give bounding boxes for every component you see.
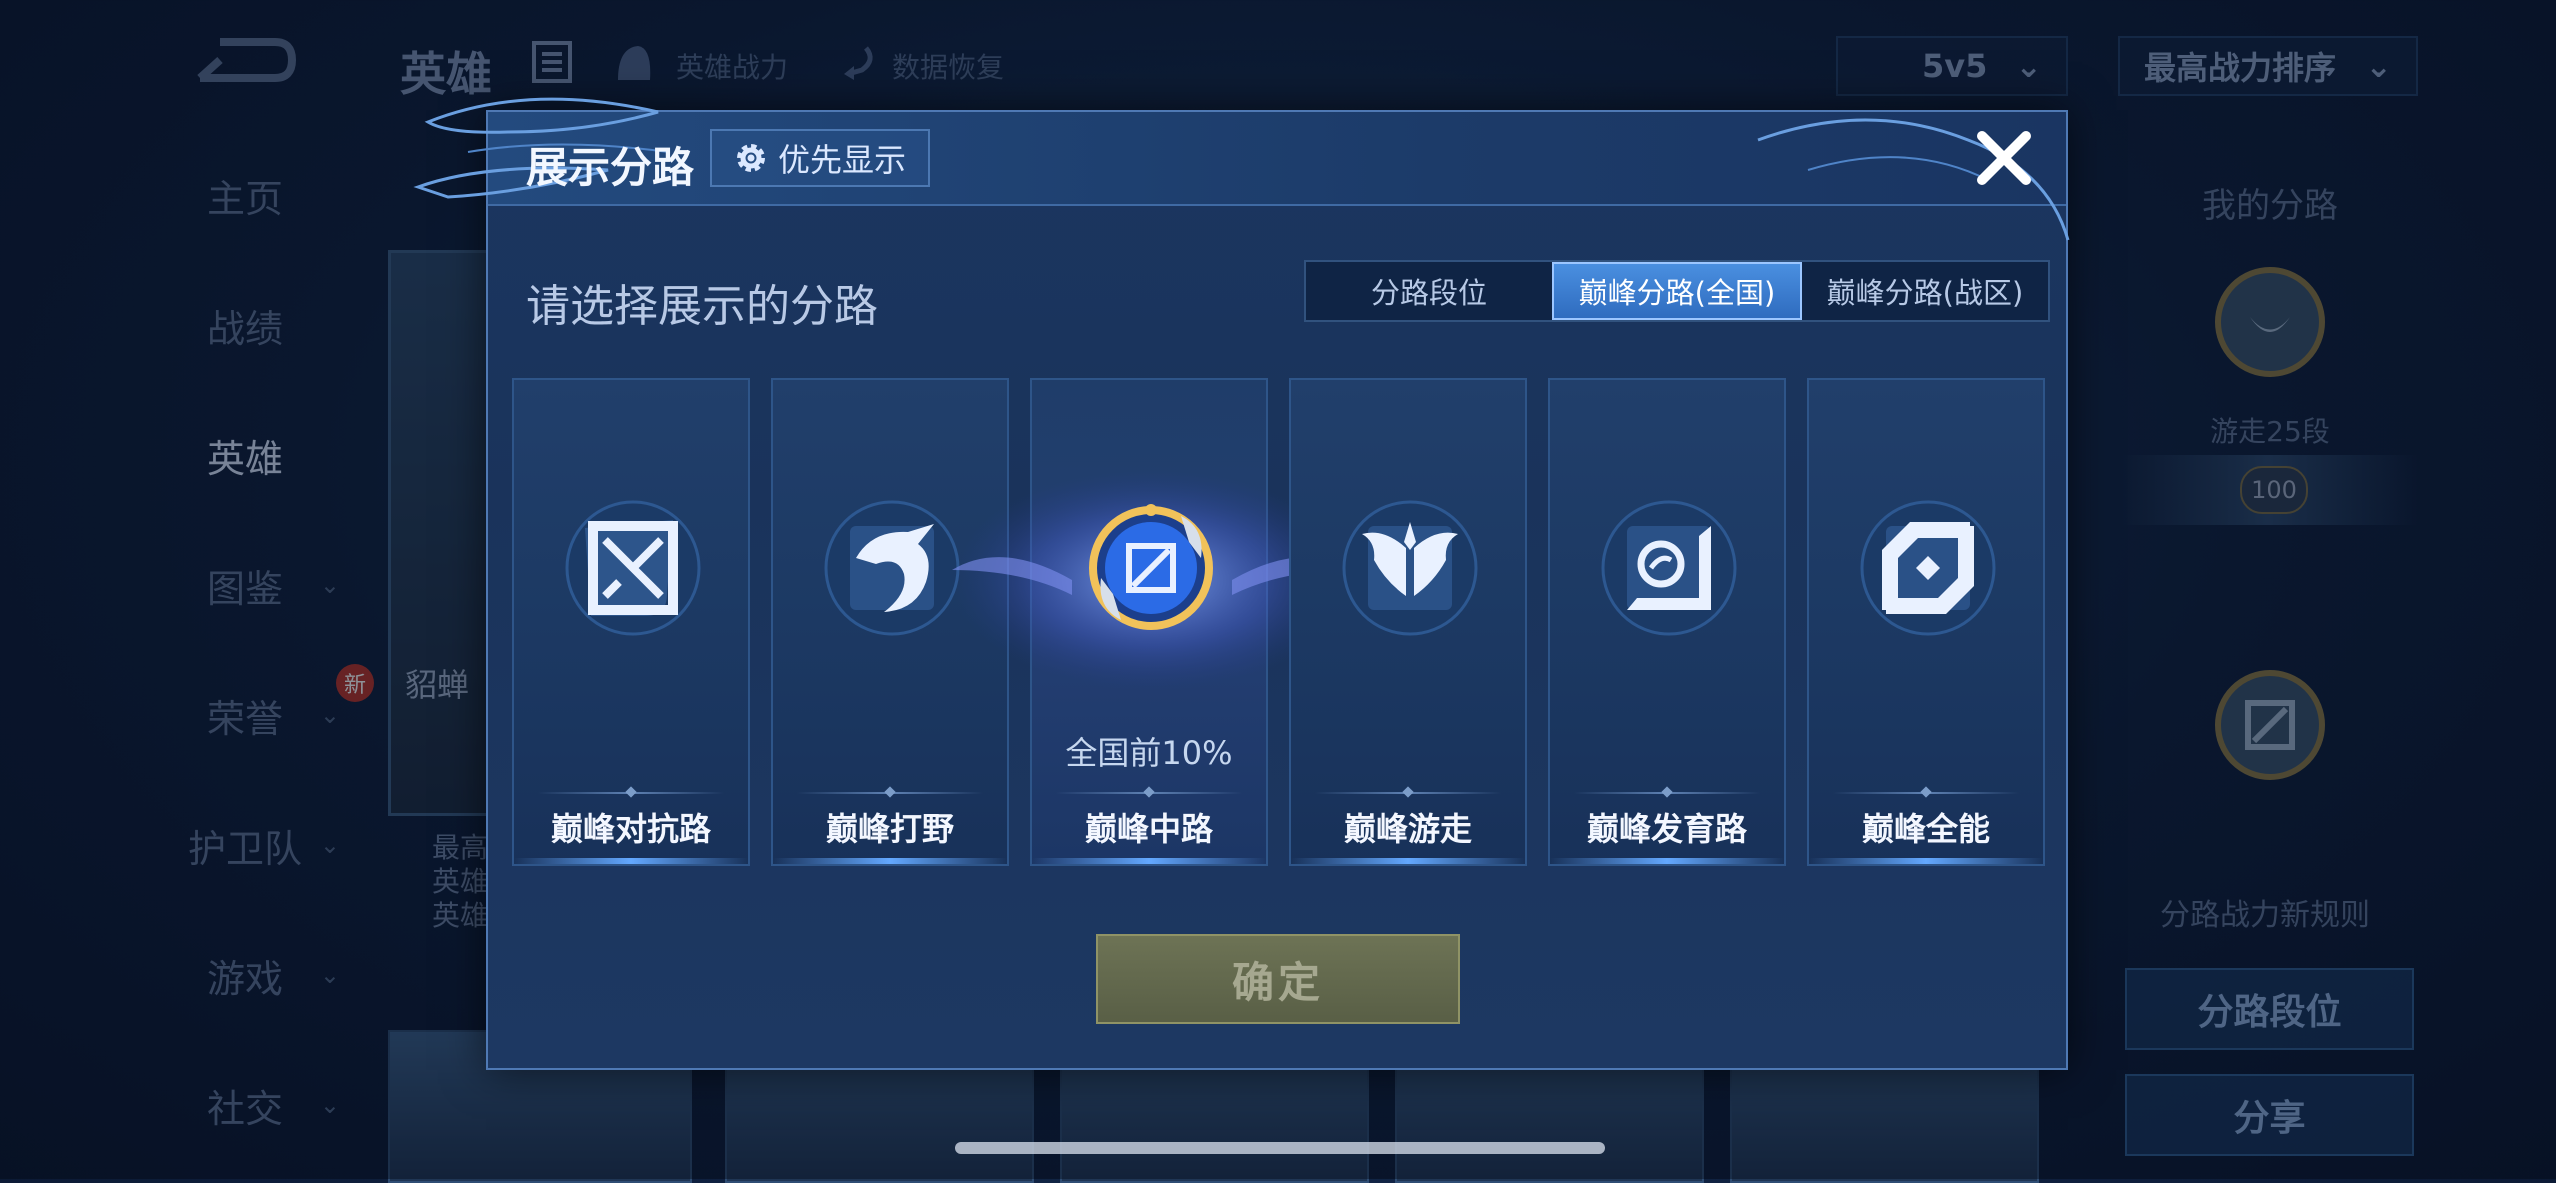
hero-power-link[interactable]: 英雄战力 bbox=[676, 46, 788, 86]
lane-label: 巅峰全能 bbox=[1861, 810, 1990, 848]
jungle-dragon-icon bbox=[824, 500, 960, 636]
lane-card-jungle[interactable]: 巅峰打野 bbox=[771, 378, 1009, 866]
priority-display-label: 优先显示 bbox=[777, 141, 906, 179]
home-indicator[interactable] bbox=[955, 1142, 1605, 1154]
lane-label: 巅峰打野 bbox=[825, 810, 954, 848]
lane-card-list: 巅峰对抗路 巅峰打野 全国前10% 巅峰中路 巅峰游走 巅峰发育路 巅峰全能 bbox=[512, 378, 2048, 870]
lane-card-clash[interactable]: 巅峰对抗路 bbox=[512, 378, 750, 866]
lane-divider bbox=[1315, 792, 1501, 794]
sidebar-item-label: 社交 bbox=[206, 1086, 283, 1131]
clash-lane-icon bbox=[565, 500, 701, 636]
sidebar-item-label: 主页 bbox=[206, 176, 283, 221]
data-restore-link[interactable]: 数据恢复 bbox=[892, 46, 1004, 86]
lane-divider bbox=[538, 792, 724, 794]
chevron-down-icon: ⌄ bbox=[319, 701, 340, 729]
lane-power-rule-link[interactable]: 分路战力新规则 bbox=[2115, 890, 2415, 934]
lane-display-dialog: 展示分路 优先显示 请选择展示的分路 分路段位 巅峰分路(全国) 巅峰分路(战区… bbox=[413, 97, 2070, 1070]
mid-lane-medal-icon bbox=[1089, 504, 1213, 630]
farm-lane-icon bbox=[1601, 500, 1737, 636]
lane-label: 巅峰对抗路 bbox=[550, 810, 711, 848]
chevron-down-icon: ⌄ bbox=[319, 961, 340, 989]
mid-medal-icon bbox=[2215, 670, 2325, 780]
roam-medal-icon bbox=[2215, 267, 2325, 377]
sidebar-item-label: 战绩 bbox=[206, 306, 283, 351]
gear-icon bbox=[736, 144, 765, 172]
page-title: 英雄 bbox=[400, 47, 492, 101]
lane-tab-bar: 分路段位 巅峰分路(全国) 巅峰分路(战区) bbox=[1304, 260, 2050, 322]
lane-card-mid[interactable]: 全国前10% 巅峰中路 bbox=[952, 378, 1352, 866]
chevron-down-icon: ⌄ bbox=[2015, 47, 2042, 85]
lane-label: 巅峰发育路 bbox=[1586, 810, 1747, 848]
back-arrow-icon[interactable] bbox=[190, 30, 300, 90]
lane-card-allround[interactable]: 巅峰全能 bbox=[1807, 378, 2045, 866]
tab-lane-rank[interactable]: 分路段位 bbox=[1306, 262, 1552, 320]
chevron-down-icon: ⌄ bbox=[319, 1091, 340, 1119]
hero-card-line: 英雄 bbox=[432, 899, 489, 932]
sidebar-item-game[interactable]: 游戏 ⌄ bbox=[150, 935, 340, 1015]
list-icon[interactable] bbox=[530, 40, 574, 84]
mode-select-value: 5v5 bbox=[1922, 47, 1988, 85]
sidebar-item-record[interactable]: 战绩 bbox=[150, 285, 340, 365]
sort-select-value: 最高战力排序 bbox=[2144, 49, 2337, 87]
all-round-icon bbox=[1860, 500, 1996, 636]
priority-display-button[interactable]: 优先显示 bbox=[710, 129, 930, 187]
chevron-down-icon: ⌄ bbox=[2365, 47, 2392, 85]
sidebar-item-home[interactable]: 主页 bbox=[150, 155, 340, 235]
lane-card-farm[interactable]: 巅峰发育路 bbox=[1548, 378, 1786, 866]
helmet-icon bbox=[618, 46, 651, 80]
sort-select[interactable]: 最高战力排序 ⌄ bbox=[2118, 36, 2418, 96]
lane-label: 巅峰中路 bbox=[1084, 810, 1213, 848]
tab-peak-national[interactable]: 巅峰分路(全国) bbox=[1552, 262, 1802, 320]
new-badge: 新 bbox=[336, 664, 374, 702]
sidebar-item-guard[interactable]: 护卫队 ⌄ bbox=[150, 805, 340, 885]
mode-select[interactable]: 5v5 ⌄ bbox=[1836, 36, 2068, 96]
share-button[interactable]: 分享 bbox=[2125, 1074, 2414, 1156]
close-icon[interactable] bbox=[1968, 122, 2040, 194]
roam-wings-icon bbox=[1342, 500, 1478, 636]
chevron-down-icon: ⌄ bbox=[319, 571, 340, 599]
sidebar-item-label: 图鉴 bbox=[206, 566, 283, 611]
dialog-title: 展示分路 bbox=[526, 143, 695, 192]
lane-label: 巅峰游走 bbox=[1343, 810, 1472, 848]
lane-divider bbox=[797, 792, 983, 794]
lane-divider bbox=[1056, 792, 1242, 794]
restore-icon bbox=[844, 46, 873, 80]
sidebar-item-label: 荣誉 bbox=[206, 696, 283, 741]
rank-badge: 100 bbox=[2240, 466, 2308, 514]
sidebar-item-hero[interactable]: 英雄 bbox=[150, 415, 340, 495]
hero-card-name: 貂蝉 bbox=[405, 666, 470, 704]
sidebar-item-label: 游戏 bbox=[206, 956, 283, 1001]
lane-rank-text: 全国前10% bbox=[1065, 734, 1233, 772]
my-lane-rank: 游走25段 bbox=[2210, 415, 2330, 448]
sidebar-item-label: 英雄 bbox=[206, 436, 283, 481]
dialog-subtitle: 请选择展示的分路 bbox=[526, 281, 878, 332]
sidebar-item-social[interactable]: 社交 ⌄ bbox=[150, 1065, 340, 1145]
lane-divider bbox=[1833, 792, 2019, 794]
confirm-button[interactable]: 确定 bbox=[1096, 934, 1460, 1024]
chevron-down-icon: ⌄ bbox=[319, 831, 340, 859]
lane-card-roam[interactable]: 巅峰游走 bbox=[1289, 378, 1527, 866]
lane-divider bbox=[1574, 792, 1760, 794]
sidebar-item-honor[interactable]: 荣誉 ⌄ bbox=[150, 675, 340, 755]
sidebar-item-label: 护卫队 bbox=[187, 826, 302, 871]
sidebar-item-collection[interactable]: 图鉴 ⌄ bbox=[150, 545, 340, 625]
lane-rank-button[interactable]: 分路段位 bbox=[2125, 968, 2414, 1050]
tab-peak-region[interactable]: 巅峰分路(战区) bbox=[1802, 262, 2048, 320]
my-lane-title: 我的分路 bbox=[2202, 186, 2338, 226]
